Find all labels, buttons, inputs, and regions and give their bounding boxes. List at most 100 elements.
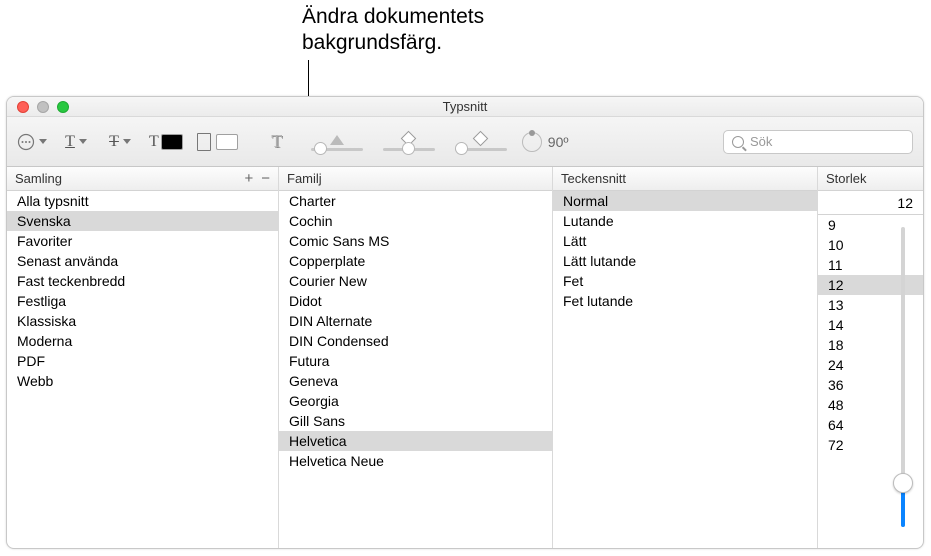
collection-item[interactable]: PDF bbox=[7, 351, 278, 371]
family-item[interactable]: Copperplate bbox=[279, 251, 552, 271]
slider-thumb[interactable] bbox=[402, 142, 415, 155]
typeface-item[interactable]: Fet bbox=[553, 271, 817, 291]
strikethrough-icon: T bbox=[109, 133, 119, 151]
fonts-window: Typsnitt T T T T bbox=[6, 96, 924, 549]
family-header: Familj bbox=[279, 167, 552, 191]
collection-item[interactable]: Svenska bbox=[7, 211, 278, 231]
slider-fill bbox=[901, 487, 905, 527]
typeface-item[interactable]: Lutande bbox=[553, 211, 817, 231]
collection-item[interactable]: Festliga bbox=[7, 291, 278, 311]
slider-track bbox=[901, 227, 905, 527]
text-color-swatch bbox=[161, 134, 183, 150]
family-item[interactable]: Geneva bbox=[279, 371, 552, 391]
typeface-header-label: Teckensnitt bbox=[561, 171, 626, 186]
family-item[interactable]: Georgia bbox=[279, 391, 552, 411]
slider-track bbox=[311, 148, 363, 151]
chevron-down-icon bbox=[79, 139, 87, 144]
add-collection-button[interactable]: + bbox=[244, 170, 253, 187]
family-item[interactable]: DIN Condensed bbox=[279, 331, 552, 351]
strikethrough-menu-button[interactable]: T bbox=[105, 129, 135, 155]
size-header: Storlek bbox=[818, 167, 923, 191]
search-icon bbox=[732, 136, 744, 148]
slider-track bbox=[383, 148, 435, 151]
family-column: Familj CharterCochinComic Sans MSCopperp… bbox=[279, 167, 553, 549]
collection-header-label: Samling bbox=[15, 171, 62, 186]
slider-thumb[interactable] bbox=[893, 473, 913, 493]
document-background-color-button[interactable] bbox=[197, 129, 238, 155]
typeface-item[interactable]: Lätt bbox=[553, 231, 817, 251]
search-placeholder: Sök bbox=[750, 134, 772, 149]
background-color-swatch bbox=[216, 134, 238, 150]
collection-item[interactable]: Moderna bbox=[7, 331, 278, 351]
slider-thumb[interactable] bbox=[455, 142, 468, 155]
family-item[interactable]: Charter bbox=[279, 191, 552, 211]
collection-list[interactable]: Alla typsnittSvenskaFavoriterSenast anvä… bbox=[7, 191, 278, 549]
size-value: 12 bbox=[897, 195, 913, 211]
family-item[interactable]: Cochin bbox=[279, 211, 552, 231]
triangle-marker-icon bbox=[330, 135, 344, 145]
shadow-opacity-slider[interactable] bbox=[310, 135, 364, 151]
square-marker-icon bbox=[473, 130, 489, 146]
family-item[interactable]: Helvetica Neue bbox=[279, 451, 552, 471]
ellipsis-circle-icon bbox=[17, 133, 35, 151]
size-header-label: Storlek bbox=[826, 171, 866, 186]
underline-icon: T bbox=[65, 133, 75, 151]
family-item[interactable]: Gill Sans bbox=[279, 411, 552, 431]
family-item[interactable]: Didot bbox=[279, 291, 552, 311]
size-input[interactable]: 12 bbox=[818, 191, 923, 215]
typeface-item[interactable]: Lätt lutande bbox=[553, 251, 817, 271]
shadow-offset-slider[interactable] bbox=[454, 133, 508, 151]
family-item[interactable]: Comic Sans MS bbox=[279, 231, 552, 251]
angle-dial-icon bbox=[522, 132, 542, 152]
typeface-list[interactable]: NormalLutandeLättLätt lutandeFetFet luta… bbox=[553, 191, 817, 549]
family-item[interactable]: DIN Alternate bbox=[279, 311, 552, 331]
collection-item[interactable]: Alla typsnitt bbox=[7, 191, 278, 211]
family-item[interactable]: Courier New bbox=[279, 271, 552, 291]
typeface-item[interactable]: Normal bbox=[553, 191, 817, 211]
collection-item[interactable]: Klassiska bbox=[7, 311, 278, 331]
close-button[interactable] bbox=[17, 101, 29, 113]
minimize-button[interactable] bbox=[37, 101, 49, 113]
typeface-header: Teckensnitt bbox=[553, 167, 817, 191]
typeface-item[interactable]: Fet lutande bbox=[553, 291, 817, 311]
chevron-down-icon bbox=[123, 139, 131, 144]
actions-menu-button[interactable] bbox=[17, 129, 47, 155]
collection-item[interactable]: Senast använda bbox=[7, 251, 278, 271]
size-column: Storlek 12 91011121314182436486472 bbox=[818, 167, 923, 549]
shadow-sliders bbox=[310, 133, 508, 151]
shadow-text-icon: T bbox=[271, 131, 282, 152]
slider-thumb[interactable] bbox=[314, 142, 327, 155]
callout-text: Ändra dokumentets bakgrundsfärg. bbox=[302, 4, 484, 57]
collection-item[interactable]: Webb bbox=[7, 371, 278, 391]
maximize-button[interactable] bbox=[57, 101, 69, 113]
collection-item[interactable]: Fast teckenbredd bbox=[7, 271, 278, 291]
titlebar: Typsnitt bbox=[7, 97, 923, 117]
window-title: Typsnitt bbox=[443, 99, 488, 114]
chevron-down-icon bbox=[39, 139, 47, 144]
text-shadow-button[interactable]: T bbox=[262, 129, 292, 155]
toolbar: T T T T bbox=[7, 117, 923, 167]
callout-line1: Ändra dokumentets bbox=[302, 5, 484, 28]
angle-value: 90º bbox=[548, 134, 569, 150]
slider-track bbox=[455, 148, 507, 151]
font-columns: Samling + − Alla typsnittSvenskaFavorite… bbox=[7, 167, 923, 549]
callout-line2: bakgrundsfärg. bbox=[302, 31, 442, 54]
search-input[interactable]: Sök bbox=[723, 130, 913, 154]
underline-menu-button[interactable]: T bbox=[61, 129, 91, 155]
remove-collection-button[interactable]: − bbox=[261, 170, 270, 187]
collection-column: Samling + − Alla typsnittSvenskaFavorite… bbox=[7, 167, 279, 549]
window-controls bbox=[17, 101, 69, 113]
collection-item[interactable]: Favoriter bbox=[7, 231, 278, 251]
family-item[interactable]: Helvetica bbox=[279, 431, 552, 451]
page-icon bbox=[197, 133, 211, 151]
collection-header: Samling + − bbox=[7, 167, 278, 191]
size-slider[interactable] bbox=[893, 227, 913, 527]
text-color-icon: T bbox=[149, 133, 159, 151]
shadow-angle-control[interactable]: 90º bbox=[522, 132, 569, 152]
typeface-column: Teckensnitt NormalLutandeLättLätt lutand… bbox=[553, 167, 818, 549]
family-item[interactable]: Futura bbox=[279, 351, 552, 371]
family-header-label: Familj bbox=[287, 171, 322, 186]
shadow-blur-slider[interactable] bbox=[382, 133, 436, 151]
text-color-button[interactable]: T bbox=[149, 129, 183, 155]
family-list[interactable]: CharterCochinComic Sans MSCopperplateCou… bbox=[279, 191, 552, 549]
